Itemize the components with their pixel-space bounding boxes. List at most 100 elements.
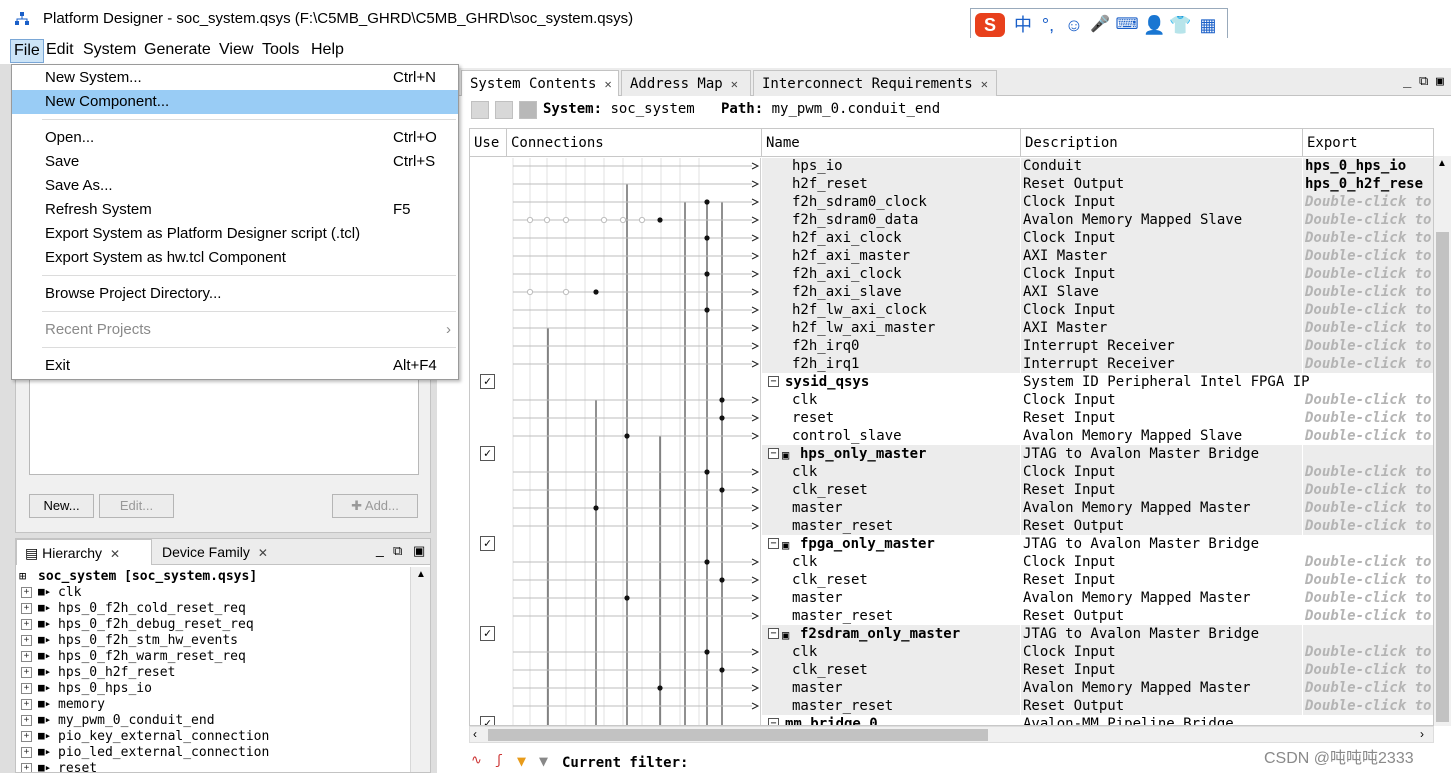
hierarchy-item[interactable]: + ■▸ pio_key_external_connection (16, 729, 410, 745)
col-use[interactable]: Use (470, 129, 507, 157)
collapse-icon[interactable]: − (768, 718, 779, 725)
microphone-icon[interactable]: 🎤 (1089, 13, 1111, 37)
vertical-scrollbar[interactable]: ▲ (1434, 156, 1451, 726)
add-button[interactable]: ✚ Add... (332, 494, 418, 518)
close-icon[interactable]: ✕ (258, 546, 268, 560)
scroll-up-icon[interactable]: ▲ (416, 569, 426, 580)
export-cell[interactable]: hps_0_h2f_rese (1303, 175, 1433, 193)
export-cell[interactable]: Double-click to (1303, 643, 1433, 661)
export-cell[interactable]: Double-click to (1303, 391, 1433, 409)
export-cell[interactable]: Double-click to (1303, 679, 1433, 697)
skin-icon[interactable]: 👕 (1169, 13, 1191, 37)
export-cell[interactable]: Double-click to (1303, 247, 1433, 265)
export-cell[interactable]: Double-click to (1303, 193, 1433, 211)
expand-icon[interactable]: + (21, 667, 32, 678)
name-cell[interactable]: f2h_sdram0_clock (762, 193, 1020, 211)
collapse-icon[interactable]: − (768, 448, 779, 459)
maximize-icon[interactable]: ⧉ (393, 543, 402, 559)
hierarchy-up-icon[interactable] (519, 101, 537, 119)
hierarchy-item[interactable]: + ■▸ my_pwm_0_conduit_end (16, 713, 410, 729)
move-up-icon[interactable] (471, 101, 489, 119)
export-cell[interactable]: Double-click to (1303, 211, 1433, 229)
name-cell[interactable]: master (762, 679, 1020, 697)
export-cell[interactable]: Double-click to (1303, 697, 1433, 715)
name-cell[interactable]: clk (762, 463, 1020, 481)
hierarchy-item[interactable]: + ■▸ memory (16, 697, 410, 713)
maximize-icon[interactable]: ⧉ (1419, 74, 1428, 89)
name-cell[interactable]: clk (762, 643, 1020, 661)
menu-item-save-as[interactable]: Save As... (12, 174, 458, 198)
name-cell[interactable]: − ▣ hps_only_master (762, 445, 1020, 463)
export-cell[interactable]: hps_0_hps_io (1303, 158, 1433, 175)
menu-item-new-system[interactable]: New System... Ctrl+N (12, 66, 458, 90)
export-cell[interactable] (1303, 625, 1433, 643)
export-cell[interactable]: Double-click to (1303, 517, 1433, 535)
tab-system-contents[interactable]: System Contents ✕ (461, 70, 619, 96)
name-cell[interactable]: reset (762, 409, 1020, 427)
col-description[interactable]: Description (1021, 129, 1303, 157)
hierarchy-item[interactable]: + ■▸ hps_0_f2h_debug_reset_req (16, 617, 410, 633)
move-down-icon[interactable] (495, 101, 513, 119)
reset-wave-icon[interactable]: ʃ (495, 753, 503, 768)
hierarchy-item[interactable]: + ■▸ hps_0_f2h_cold_reset_req (16, 601, 410, 617)
close-icon[interactable]: ✕ (981, 77, 988, 91)
close-icon[interactable]: ✕ (110, 547, 120, 561)
name-cell[interactable]: f2h_axi_clock (762, 265, 1020, 283)
menu-system[interactable]: System (83, 41, 136, 59)
name-cell[interactable]: clk_reset (762, 661, 1020, 679)
export-cell[interactable] (1303, 445, 1433, 463)
use-checkbox[interactable]: ✓ (480, 536, 495, 551)
menu-view[interactable]: View (219, 41, 253, 59)
clear-filter-icon[interactable]: ▼ (539, 752, 548, 770)
hierarchy-item[interactable]: + ■▸ clk (16, 585, 410, 601)
menu-item-new-component[interactable]: New Component... (12, 90, 458, 114)
tab-device-family[interactable]: Device Family ✕ (154, 539, 300, 565)
expand-icon[interactable]: + (21, 587, 32, 598)
name-cell[interactable]: h2f_lw_axi_master (762, 319, 1020, 337)
scroll-right-icon[interactable]: › (1420, 727, 1424, 741)
menu-item-recent-projects[interactable]: Recent Projects › (12, 318, 458, 342)
menu-item-exit[interactable]: Exit Alt+F4 (12, 354, 458, 378)
connection-graph[interactable] (507, 158, 761, 726)
menu-file[interactable]: File (10, 39, 44, 63)
name-cell[interactable]: h2f_reset (762, 175, 1020, 193)
toolbox-icon[interactable]: ▦ (1197, 13, 1219, 37)
menu-help[interactable]: Help (311, 41, 344, 59)
emoji-icon[interactable]: ☺ (1063, 13, 1085, 37)
expand-icon[interactable]: + (21, 731, 32, 742)
name-cell[interactable]: − mm_bridge_0 (762, 715, 1020, 725)
menu-generate[interactable]: Generate (144, 41, 211, 59)
export-cell[interactable]: Double-click to (1303, 265, 1433, 283)
expand-icon[interactable]: + (21, 763, 32, 772)
name-cell[interactable]: f2h_sdram0_data (762, 211, 1020, 229)
hierarchy-item[interactable]: + ■▸ hps_0_f2h_stm_hw_events (16, 633, 410, 649)
export-cell[interactable]: Double-click to (1303, 481, 1433, 499)
hierarchy-item[interactable]: + ■▸ hps_0_f2h_warm_reset_req (16, 649, 410, 665)
export-cell[interactable]: Double-click to (1303, 319, 1433, 337)
horizontal-scroll-thumb[interactable] (488, 729, 988, 741)
menu-item-browse-project[interactable]: Browse Project Directory... (12, 282, 458, 306)
close-icon[interactable]: ✕ (731, 77, 738, 91)
tab-hierarchy[interactable]: ▤ Hierarchy ✕ (16, 539, 152, 565)
expand-icon[interactable]: + (21, 699, 32, 710)
export-cell[interactable]: Double-click to (1303, 553, 1433, 571)
name-cell[interactable]: f2h_axi_slave (762, 283, 1020, 301)
ime-toolbar[interactable]: S 中 °, ☺ 🎤 ⌨ 👤 👕 ▦ (970, 8, 1228, 42)
name-cell[interactable]: master (762, 589, 1020, 607)
collapse-icon[interactable]: − (768, 376, 779, 387)
menu-tools[interactable]: Tools (262, 41, 299, 59)
export-cell[interactable]: Double-click to (1303, 499, 1433, 517)
export-cell[interactable]: Double-click to (1303, 427, 1433, 445)
export-cell[interactable]: Double-click to (1303, 337, 1433, 355)
use-checkbox[interactable]: ✓ (480, 446, 495, 461)
export-cell[interactable]: Double-click to (1303, 463, 1433, 481)
use-checkbox[interactable]: ✓ (480, 716, 495, 725)
name-cell[interactable]: f2h_irq1 (762, 355, 1020, 373)
name-cell[interactable]: f2h_irq0 (762, 337, 1020, 355)
name-cell[interactable]: master (762, 499, 1020, 517)
name-cell[interactable]: master_reset (762, 697, 1020, 715)
punctuation-icon[interactable]: °, (1037, 13, 1059, 37)
name-cell[interactable]: clk (762, 553, 1020, 571)
filter-icon[interactable]: ▼ (517, 752, 526, 770)
hierarchy-scrollbar[interactable]: ▲ (410, 567, 430, 772)
